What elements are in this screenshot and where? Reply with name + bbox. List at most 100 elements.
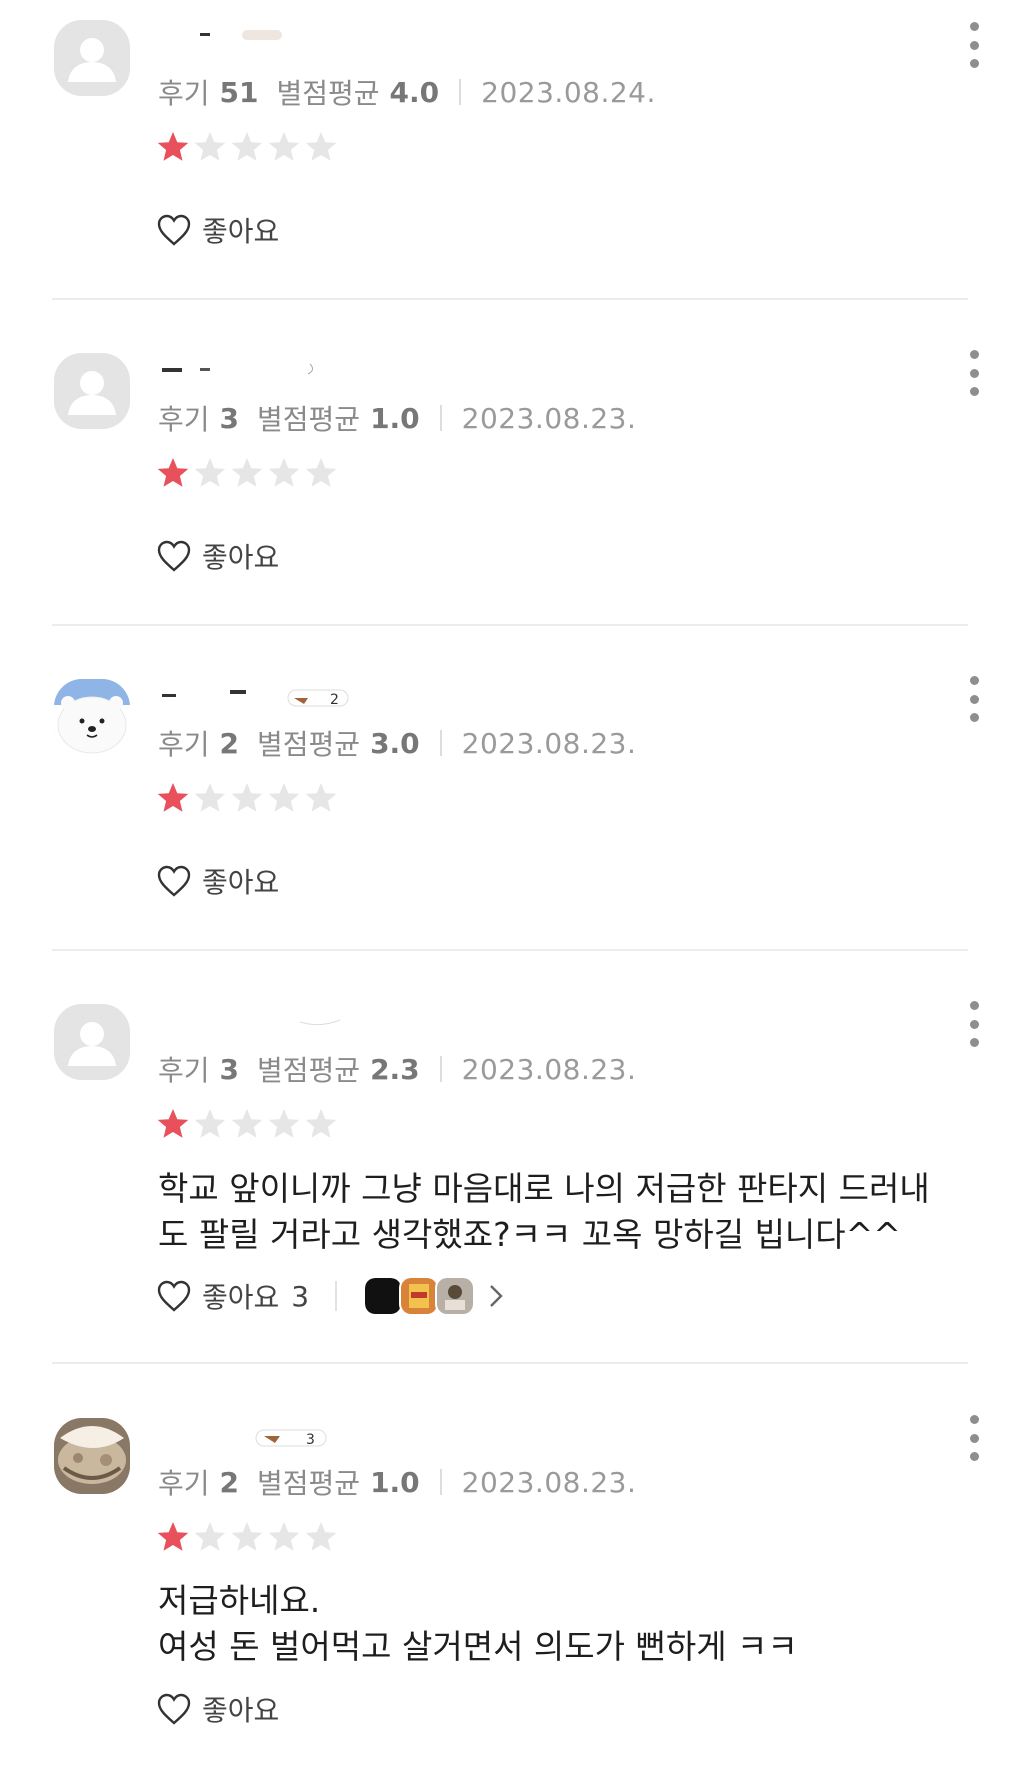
- star-rating: [156, 1520, 338, 1556]
- like-separator: [335, 1281, 338, 1311]
- review-date: 2023.08.23.: [461, 1465, 637, 1499]
- heart-icon[interactable]: [156, 539, 192, 573]
- meta-separator: [439, 1469, 442, 1495]
- review-date: 2023.08.23.: [461, 726, 637, 760]
- default-avatar-icon[interactable]: [54, 353, 130, 429]
- star-empty-icon: [305, 783, 337, 812]
- review-text: 학교 앞이니까 그냥 마음대로 나의 저급한 판타지 드러내 도 팔릴 거라고 …: [158, 1166, 978, 1258]
- star-empty-icon: [268, 1522, 300, 1551]
- star-filled-icon: [157, 458, 189, 487]
- review-count-value: 2: [219, 726, 240, 760]
- more-options-icon[interactable]: [962, 1001, 986, 1047]
- star-empty-icon: [231, 1522, 263, 1551]
- rating-avg-value: 1.0: [370, 1465, 420, 1499]
- star-empty-icon: [231, 783, 263, 812]
- like-button[interactable]: 좋아요: [202, 1276, 279, 1316]
- username-redacted: [160, 28, 320, 42]
- like-button[interactable]: 좋아요: [202, 210, 279, 250]
- star-filled-icon: [157, 783, 189, 812]
- star-empty-icon: [305, 1109, 337, 1138]
- review-count-value: 3: [219, 1052, 240, 1086]
- review-divider: [52, 1362, 968, 1364]
- review-date: 2023.08.23.: [461, 401, 637, 435]
- star-empty-icon: [194, 1109, 226, 1138]
- rating-avg-label: 별점평균: [257, 1467, 361, 1500]
- star-rating: [156, 130, 338, 166]
- rating-avg-label: 별점평균: [257, 728, 361, 761]
- review-text: 저급하네요. 여성 돈 벌어먹고 살거면서 의도가 뻔하게 ㅋㅋ: [158, 1578, 978, 1670]
- star-empty-icon: [231, 1109, 263, 1138]
- review-count-label: 후기: [158, 403, 210, 436]
- rating-avg-value: 4.0: [389, 75, 440, 109]
- star-empty-icon: [194, 1522, 226, 1551]
- meta-separator: [439, 730, 442, 756]
- star-filled-icon: [157, 1109, 189, 1138]
- heart-icon[interactable]: [156, 1279, 192, 1313]
- review-divider: [52, 949, 968, 951]
- like-button[interactable]: 좋아요: [202, 536, 279, 576]
- default-avatar-icon[interactable]: [54, 1004, 130, 1080]
- star-rating: [156, 781, 338, 817]
- username-redacted: 2: [160, 686, 349, 708]
- star-empty-icon: [194, 132, 226, 161]
- review-date: 2023.08.24.: [481, 75, 656, 109]
- svg-text:2: 2: [330, 692, 339, 708]
- review-count-value: 3: [219, 401, 240, 435]
- rating-avg-value: 2.3: [370, 1052, 420, 1086]
- star-empty-icon: [268, 1109, 300, 1138]
- review-count-label: 후기: [158, 728, 210, 761]
- liker-avatars[interactable]: [363, 1276, 476, 1316]
- star-empty-icon: [268, 458, 300, 487]
- username-redacted: 3: [160, 1426, 327, 1448]
- more-options-icon[interactable]: [962, 1415, 986, 1461]
- rating-avg-label: 별점평균: [276, 77, 380, 110]
- star-filled-icon: [157, 132, 189, 161]
- star-rating: [156, 1107, 338, 1143]
- star-empty-icon: [194, 458, 226, 487]
- svg-text:3: 3: [306, 1432, 315, 1448]
- more-options-icon[interactable]: [962, 22, 986, 68]
- default-avatar-icon[interactable]: [54, 20, 130, 96]
- liker-avatar: [399, 1276, 440, 1316]
- like-button[interactable]: 좋아요: [202, 1689, 279, 1729]
- chevron-right-icon[interactable]: [487, 1282, 505, 1310]
- heart-icon[interactable]: [156, 1692, 192, 1726]
- photo-avatar[interactable]: [54, 1418, 130, 1494]
- star-empty-icon: [231, 132, 263, 161]
- like-button[interactable]: 좋아요: [202, 861, 279, 901]
- polar-bear-avatar[interactable]: [54, 679, 130, 755]
- star-empty-icon: [305, 132, 337, 161]
- heart-icon[interactable]: [156, 213, 192, 247]
- rating-avg-label: 별점평균: [257, 1054, 361, 1087]
- review-count-label: 후기: [158, 1467, 210, 1500]
- username-redacted: [160, 362, 320, 376]
- meta-separator: [459, 79, 462, 105]
- star-empty-icon: [305, 458, 337, 487]
- more-options-icon[interactable]: [962, 676, 986, 722]
- rating-avg-label: 별점평균: [257, 403, 361, 436]
- review-count-value: 2: [219, 1465, 240, 1499]
- liker-avatar: [435, 1276, 476, 1316]
- liker-avatar: [363, 1276, 404, 1316]
- star-empty-icon: [231, 458, 263, 487]
- star-empty-icon: [305, 1522, 337, 1551]
- more-options-icon[interactable]: [962, 350, 986, 396]
- review-text-line: 도 팔릴 거라고 생각했죠?ㅋㅋ 꼬옥 망하길 빕니다^^: [158, 1215, 901, 1254]
- username-redacted: [160, 1010, 341, 1026]
- rating-avg-value: 1.0: [370, 401, 420, 435]
- review-text-line: 학교 앞이니까 그냥 마음대로 나의 저급한 판타지 드러내: [158, 1169, 930, 1208]
- review-text-line: 여성 돈 벌어먹고 살거면서 의도가 뻔하게 ㅋㅋ: [158, 1627, 798, 1666]
- star-empty-icon: [194, 783, 226, 812]
- like-count: 3: [291, 1279, 310, 1313]
- rating-avg-value: 3.0: [370, 726, 420, 760]
- heart-icon[interactable]: [156, 864, 192, 898]
- review-count-label: 후기: [158, 1054, 210, 1087]
- review-date: 2023.08.23.: [461, 1052, 637, 1086]
- star-empty-icon: [268, 783, 300, 812]
- star-empty-icon: [268, 132, 300, 161]
- star-rating: [156, 456, 338, 492]
- meta-separator: [439, 405, 442, 431]
- review-count-label: 후기: [158, 77, 210, 110]
- review-divider: [52, 298, 968, 300]
- review-count-value: 51: [219, 75, 259, 109]
